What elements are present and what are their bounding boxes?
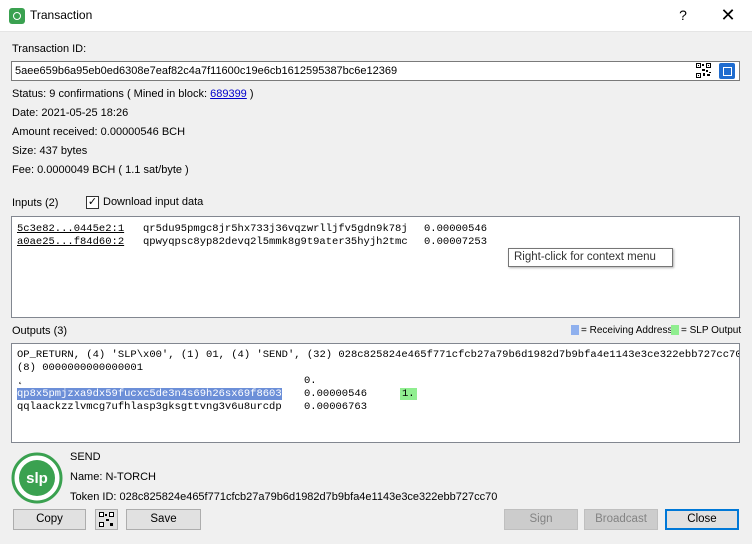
list-item[interactable]: a0ae25...f84d60:2 [17,236,124,248]
qr-code-icon [99,512,114,527]
date-text: Date: 2021-05-25 18:26 [12,107,129,119]
save-button[interactable]: Save [126,509,201,530]
app-icon [9,8,25,24]
download-input-checkbox[interactable]: ✓ [86,196,99,209]
copy-button[interactable]: Copy [13,509,86,530]
fee-text: Fee: 0.0000049 BCH ( 1.1 sat/byte ) [12,164,189,176]
slp-token-id: Token ID: 028c825824e465f771cfcb27a79b6d… [70,491,498,503]
txid-field[interactable]: 5aee659b6a95eb0ed6308e7eaf82c4a7f11600c1… [11,61,740,81]
close-icon[interactable]: ✕ [714,4,742,26]
inputs-list[interactable]: 5c3e82...0445e2:1 qr5du95pmgc8jr5hx733j3… [11,216,740,318]
cursor-glyph: ˛ [17,374,24,386]
outputs-label: Outputs (3) [12,325,68,337]
output-amount: 0.00006763 [304,401,368,413]
input-amount: 0.00007253 [424,236,488,248]
slp-legend-label: = SLP Output [681,325,742,336]
amount-text: Amount received: 0.00000546 BCH [12,126,186,138]
svg-text:slp: slp [26,470,48,487]
slp-legend-swatch [671,325,679,335]
receiving-legend-swatch [571,325,579,335]
txid-label: Transaction ID: [12,43,87,55]
broadcast-button[interactable]: Broadcast [584,509,658,530]
size-text: Size: 437 bytes [12,145,88,157]
help-button[interactable]: ? [672,4,694,26]
copy-icon[interactable] [719,63,735,79]
slp-type: SEND [70,451,101,463]
op-return-line2: (8) 0000000000000001 [17,362,144,374]
qr-code-icon[interactable] [696,63,711,78]
status-text: Status: 9 confirmations ( Mined in block… [12,88,211,100]
outputs-list[interactable]: OP_RETURN, (4) 'SLP\x00', (1) 01, (4) 'S… [11,343,740,443]
receiving-legend-label: = Receiving Address [581,325,673,336]
output-address[interactable]: qqlaackzzlvmcg7ufhlasp3gksgttvng3v6u8urc… [17,401,282,413]
slp-amount: 1. [400,388,417,400]
output-address[interactable]: qp8x5pmjzxa9dx59fucxc5de3n4s69h26sx69f86… [17,388,282,400]
op-return-line1: OP_RETURN, (4) 'SLP\x00', (1) 01, (4) 'S… [17,349,740,361]
input-amount: 0.00000546 [424,223,488,235]
slp-logo-icon: slp [11,452,63,504]
output-amount: 0. [304,375,317,387]
window-title: Transaction [30,8,93,22]
title-bar: Transaction ? ✕ [0,0,752,32]
list-item[interactable]: 5c3e82...0445e2:1 [17,223,124,235]
status-line: Status: 9 confirmations ( Mined in block… [12,88,254,100]
block-link[interactable]: 689399 [210,88,247,100]
context-menu-tooltip: Right-click for context menu [508,248,673,267]
download-input-label: Download input data [103,196,204,208]
slp-name: Name: N-TORCH [70,471,156,483]
input-address: qr5du95pmgc8jr5hx733j36vqzwrlljfv5gdn9k7… [143,223,408,235]
output-amount: 0.00000546 [304,388,368,400]
status-suffix: ) [246,88,254,100]
input-address: qpwyqpsc8yp82devq2l5mmk8g9t9ater35hyjh2t… [143,236,408,248]
close-button[interactable]: Close [665,509,739,530]
qr-code-button[interactable] [95,509,118,530]
input-prevout[interactable]: 5c3e82...0445e2:1 [17,223,124,235]
inputs-label: Inputs (2) [12,197,59,209]
input-prevout[interactable]: a0ae25...f84d60:2 [17,236,124,248]
sign-button[interactable]: Sign [504,509,578,530]
